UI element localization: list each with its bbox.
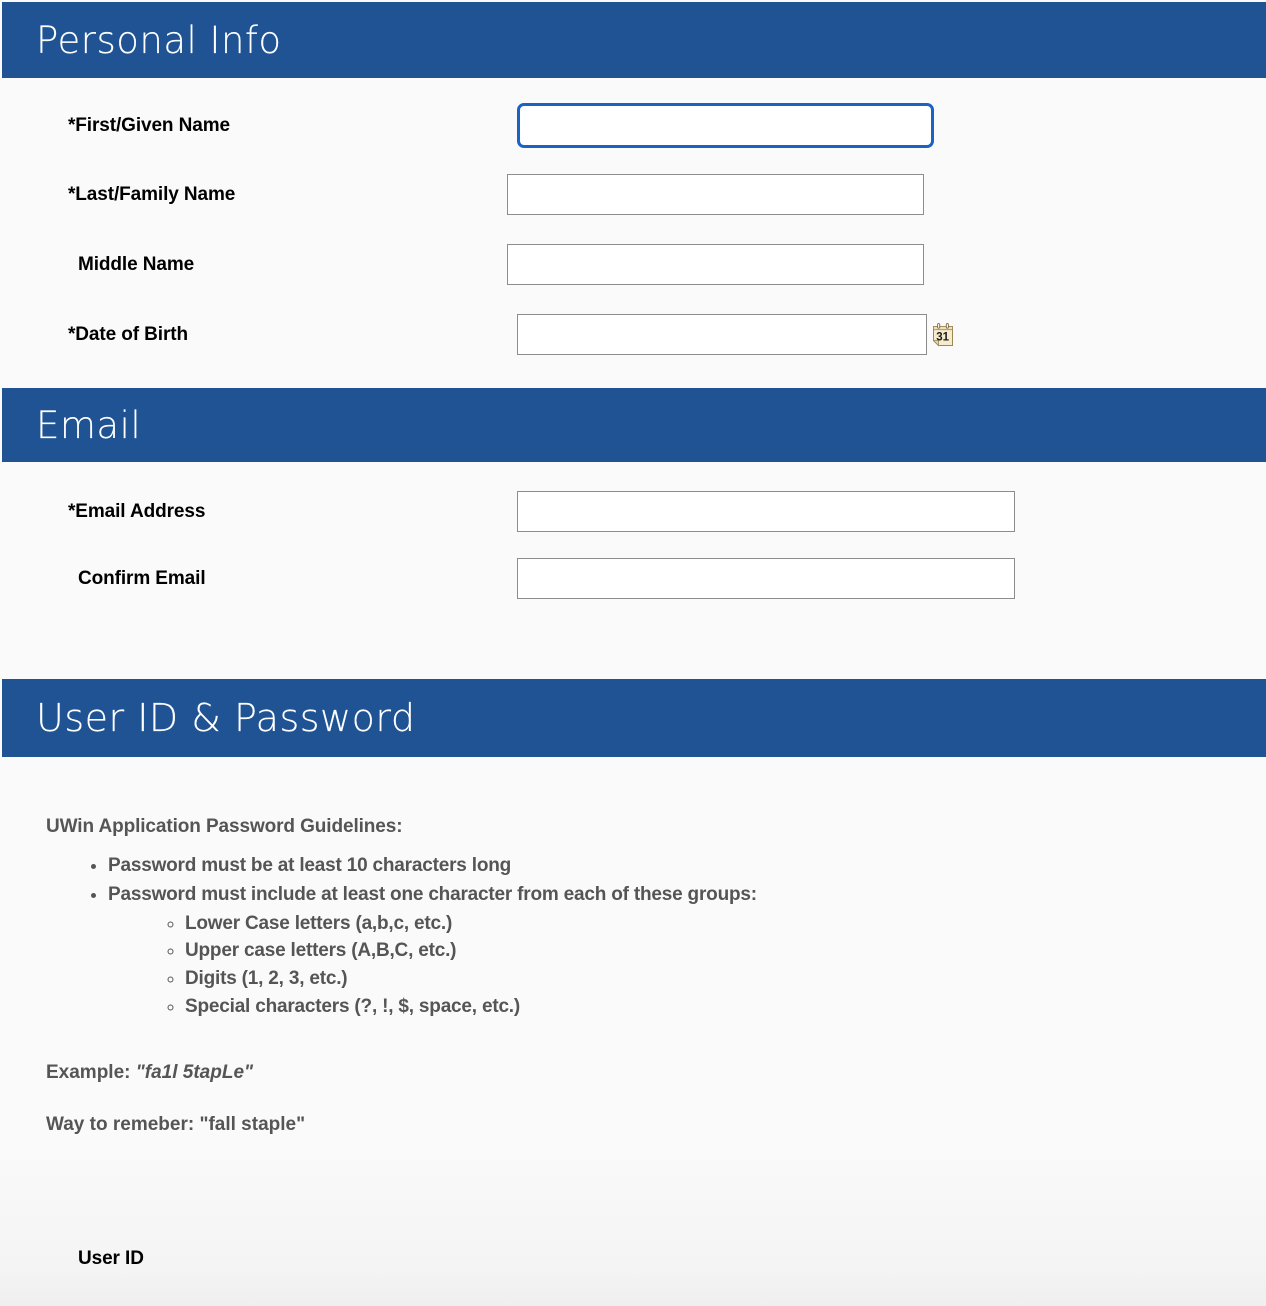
label-date-of-birth: *Date of Birth — [68, 323, 188, 345]
password-guidelines: UWin Application Password Guidelines: Pa… — [46, 816, 1146, 1021]
label-first-name: *First/Given Name — [68, 114, 230, 136]
field-row-email-address: *Email Address — [68, 491, 1015, 532]
guideline-subitem: Special characters (?, !, $, space, etc.… — [185, 993, 1146, 1021]
password-remember-line: Way to remeber: "fall staple" — [46, 1114, 306, 1135]
password-example-line: Example: "fa1l 5tapLe" — [46, 1062, 253, 1084]
guideline-item: Password must include at least one chara… — [108, 881, 1146, 1021]
email-address-input[interactable] — [517, 491, 1015, 532]
section-title-user-id-password: User ID & Password — [36, 696, 416, 740]
confirm-email-input[interactable] — [517, 558, 1015, 599]
label-confirm-email: Confirm Email — [78, 567, 206, 589]
guideline-subtext: Upper case letters (A,B,C, etc.) — [185, 940, 457, 962]
label-email-address: *Email Address — [68, 500, 206, 522]
guideline-item: Password must be at least 10 characters … — [108, 852, 1146, 881]
field-row-confirm-email: Confirm Email — [78, 558, 1015, 599]
guideline-subitem: Digits (1, 2, 3, etc.) — [185, 965, 1146, 993]
guideline-subitem: Upper case letters (A,B,C, etc.) — [185, 937, 1146, 965]
last-name-input[interactable] — [507, 174, 924, 215]
label-user-id: User ID — [78, 1248, 144, 1269]
middle-name-input[interactable] — [507, 244, 924, 285]
section-header-personal-info: Personal Info — [2, 2, 1266, 78]
field-row-last-name: *Last/Family Name — [68, 174, 924, 215]
guideline-subtext: Lower Case letters (a,b,c, etc.) — [185, 912, 453, 934]
section-title-email: Email — [36, 403, 142, 447]
field-row-first-name: *First/Given Name — [68, 103, 934, 148]
section-header-email: Email — [2, 388, 1266, 462]
label-middle-name: Middle Name — [78, 253, 195, 275]
field-row-date-of-birth: *Date of Birth 31 — [68, 314, 956, 355]
label-last-name: *Last/Family Name — [68, 183, 236, 205]
section-title-personal-info: Personal Info — [36, 18, 282, 62]
section-header-user-id-password: User ID & Password — [2, 679, 1266, 757]
guideline-subtext: Special characters (?, !, $, space, etc.… — [185, 995, 521, 1017]
svg-text:31: 31 — [936, 331, 949, 343]
guideline-text: Password must be at least 10 characters … — [108, 855, 512, 876]
password-guidelines-list: Password must be at least 10 characters … — [46, 852, 1146, 1021]
password-example-value: "fa1l 5tapLe" — [135, 1062, 254, 1083]
field-row-middle-name: Middle Name — [78, 244, 924, 285]
guideline-subitem: Lower Case letters (a,b,c, etc.) — [185, 910, 1146, 938]
password-guidelines-title: UWin Application Password Guidelines: — [46, 816, 403, 837]
registration-page: Personal Info *First/Given Name *Last/Fa… — [0, 0, 1266, 1306]
guideline-subtext: Digits (1, 2, 3, etc.) — [185, 968, 348, 990]
calendar-icon[interactable]: 31 — [931, 322, 956, 348]
first-name-input[interactable] — [517, 103, 934, 148]
date-of-birth-input[interactable] — [517, 314, 927, 355]
guideline-text: Password must include at least one chara… — [108, 883, 757, 905]
field-row-user-id: User ID — [78, 1248, 517, 1270]
password-character-groups-list: Lower Case letters (a,b,c, etc.) Upper c… — [108, 910, 1146, 1021]
password-example-label: Example: — [46, 1062, 131, 1083]
